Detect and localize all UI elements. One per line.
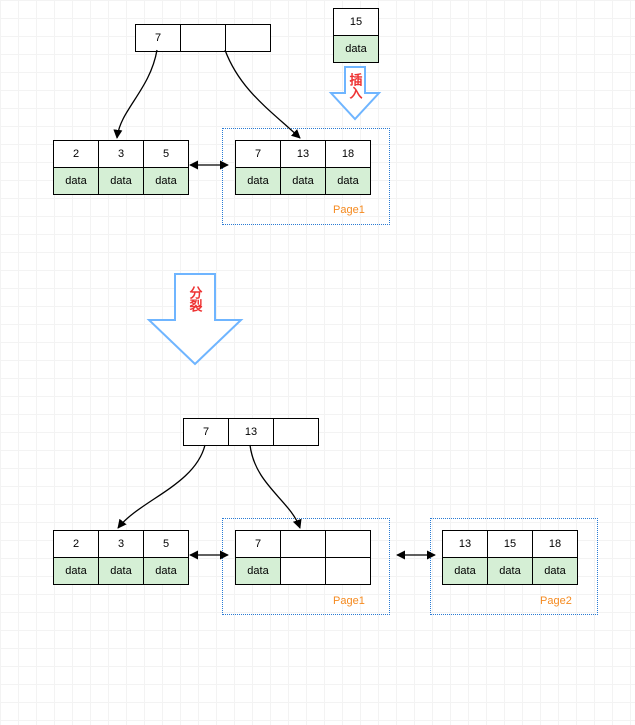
leaf-after-2: 7 data xyxy=(235,530,371,585)
leaf-before-2: 7 13 18 data data data xyxy=(235,140,371,195)
insert-data: data xyxy=(334,36,379,63)
insert-key: 15 xyxy=(334,9,379,36)
connectors xyxy=(0,0,635,725)
page1-label-after: Page1 xyxy=(333,595,365,607)
split-arrow: 分裂 xyxy=(145,272,245,368)
split-arrow-label: 分裂 xyxy=(186,286,205,312)
leaf-after-1: 2 3 5 data data data xyxy=(53,530,189,585)
leaf-after-3: 13 15 18 data data data xyxy=(442,530,578,585)
leaf-before-1: 2 3 5 data data data xyxy=(53,140,189,195)
root-node-before: 7 xyxy=(135,24,271,52)
root-node-after: 7 13 xyxy=(183,418,319,446)
insert-arrow: 插入 xyxy=(327,65,383,121)
page2-label-after: Page2 xyxy=(540,595,572,607)
page1-label-before: Page1 xyxy=(333,204,365,216)
insert-record: 15 data xyxy=(333,8,379,63)
insert-arrow-label: 插入 xyxy=(346,73,365,99)
root-key: 7 xyxy=(136,25,181,52)
